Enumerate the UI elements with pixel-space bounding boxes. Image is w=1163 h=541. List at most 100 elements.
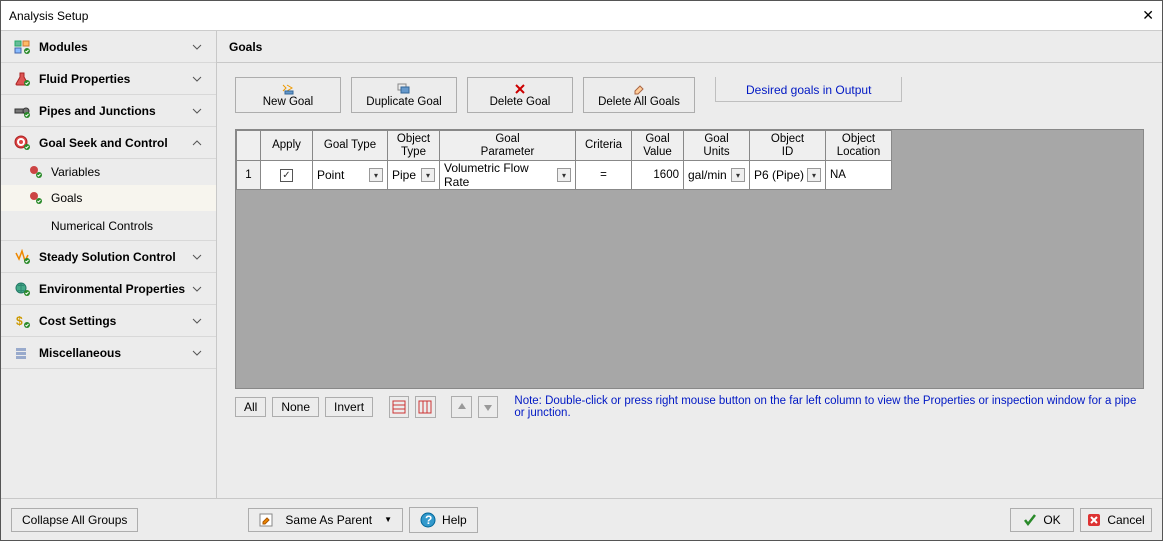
col-goal-parameter[interactable]: Goal Parameter <box>440 131 576 161</box>
grid-note: Note: Double-click or press right mouse … <box>514 395 1144 419</box>
sidebar-label: Environmental Properties <box>33 282 192 296</box>
goal-value-cell[interactable]: 1600 <box>632 161 684 190</box>
chevron-up-icon <box>192 138 208 148</box>
goal-units-cell[interactable]: gal/min▾ <box>684 161 750 190</box>
pipes-icon <box>11 103 33 119</box>
help-icon: ? <box>420 512 436 528</box>
sidebar-item-steady-solution[interactable]: Steady Solution Control <box>1 241 216 273</box>
dropdown-arrow-icon[interactable]: ▾ <box>731 168 745 182</box>
grid-footer-controls: All None Invert Note: Double-click or pr… <box>235 395 1144 419</box>
delete-icon <box>514 82 526 96</box>
list-view2-button[interactable] <box>415 396 435 418</box>
sidebar-label: Fluid Properties <box>33 72 192 86</box>
new-goal-icon <box>281 82 295 96</box>
cost-icon: $ <box>11 313 33 329</box>
dropdown-arrow-icon[interactable]: ▾ <box>421 168 435 182</box>
grid-header-row: Apply Goal Type Object Type Goal Paramet… <box>237 131 892 161</box>
row-number[interactable]: 1 <box>237 161 261 190</box>
delete-goal-button[interactable]: Delete Goal <box>467 77 573 113</box>
col-goal-value[interactable]: Goal Value <box>632 131 684 161</box>
chevron-down-icon <box>192 284 208 294</box>
help-button[interactable]: ? Help <box>409 507 478 533</box>
title-bar: Analysis Setup ✕ <box>1 1 1162 31</box>
col-rownum <box>237 131 261 161</box>
col-apply[interactable]: Apply <box>261 131 313 161</box>
desired-goals-output-link[interactable]: Desired goals in Output <box>715 77 902 102</box>
sidebar-item-modules[interactable]: Modules <box>1 31 216 63</box>
sidebar-item-fluid-properties[interactable]: Fluid Properties <box>1 63 216 95</box>
goal-parameter-cell[interactable]: Volumetric Flow Rate▾ <box>440 161 576 190</box>
same-as-parent-button[interactable]: Same As Parent ▼ <box>248 508 403 532</box>
main-panel: Goals New Goal Duplicate Goal Delete Goa… <box>217 31 1162 498</box>
sidebar-item-environmental[interactable]: Environmental Properties <box>1 273 216 305</box>
sidebar-sub-variables[interactable]: Variables <box>1 159 216 185</box>
select-none-button[interactable]: None <box>272 397 319 417</box>
col-object-location[interactable]: Object Location <box>826 131 892 161</box>
sidebar-sub-label: Goals <box>49 191 82 205</box>
grid-row[interactable]: 1 ✓ Point▾ Pipe▾ Volumetric Flow Rate▾ =… <box>237 161 892 190</box>
duplicate-goal-button[interactable]: Duplicate Goal <box>351 77 457 113</box>
dropdown-arrow-icon[interactable]: ▾ <box>369 168 383 182</box>
sidebar-item-cost[interactable]: $ Cost Settings <box>1 305 216 337</box>
chevron-down-icon <box>192 348 208 358</box>
col-criteria[interactable]: Criteria <box>576 131 632 161</box>
move-down-button[interactable] <box>478 396 498 418</box>
svg-text:$: $ <box>16 314 23 328</box>
select-invert-button[interactable]: Invert <box>325 397 373 417</box>
panel-heading: Goals <box>217 31 1162 63</box>
chevron-down-icon <box>192 316 208 326</box>
dropdown-arrow-icon[interactable]: ▾ <box>557 168 571 182</box>
edit-icon <box>259 513 273 527</box>
object-location-cell[interactable]: NA <box>826 161 892 190</box>
cancel-button[interactable]: Cancel <box>1080 508 1152 532</box>
move-up-button[interactable] <box>451 396 471 418</box>
sidebar-sub-label: Variables <box>49 165 100 179</box>
ok-button[interactable]: OK <box>1010 508 1074 532</box>
goals-toolbar: New Goal Duplicate Goal Delete Goal Dele… <box>235 77 1144 113</box>
apply-checkbox[interactable]: ✓ <box>280 169 293 182</box>
misc-icon <box>11 345 33 361</box>
select-all-button[interactable]: All <box>235 397 266 417</box>
goal-icon <box>11 135 33 151</box>
sidebar-item-pipes-junctions[interactable]: Pipes and Junctions <box>1 95 216 127</box>
goals-grid: Apply Goal Type Object Type Goal Paramet… <box>235 129 1144 389</box>
chevron-down-icon <box>192 252 208 262</box>
sidebar-item-misc[interactable]: Miscellaneous <box>1 337 216 369</box>
flask-icon <box>11 71 33 87</box>
apply-cell[interactable]: ✓ <box>261 161 313 190</box>
chevron-down-icon <box>192 74 208 84</box>
sidebar-sub-numerical-controls[interactable]: Numerical Controls <box>1 211 216 241</box>
col-object-id[interactable]: Object ID <box>750 131 826 161</box>
close-button[interactable]: ✕ <box>1114 7 1154 24</box>
steady-solution-icon <box>11 249 33 265</box>
ok-check-icon <box>1023 513 1037 527</box>
col-goal-units[interactable]: Goal Units <box>684 131 750 161</box>
sidebar-item-goal-seek[interactable]: Goal Seek and Control <box>1 127 216 159</box>
delete-all-goals-button[interactable]: Delete All Goals <box>583 77 695 113</box>
list-view1-button[interactable] <box>389 396 409 418</box>
sidebar-label: Pipes and Junctions <box>33 104 192 118</box>
object-id-cell[interactable]: P6 (Pipe)▾ <box>750 161 826 190</box>
cancel-icon <box>1087 513 1101 527</box>
sidebar: Modules Fluid Properties Pipes and Junct… <box>1 31 217 498</box>
footer-bar: Collapse All Groups Same As Parent ▼ ? H… <box>1 498 1162 540</box>
sidebar-label: Cost Settings <box>33 314 192 328</box>
object-type-cell[interactable]: Pipe▾ <box>388 161 440 190</box>
goals-sub-icon <box>29 191 49 205</box>
dropdown-arrow-icon[interactable]: ▾ <box>807 168 821 182</box>
variables-icon <box>29 165 49 179</box>
chevron-down-icon <box>192 42 208 52</box>
sidebar-label: Steady Solution Control <box>33 250 192 264</box>
sidebar-label: Modules <box>33 40 192 54</box>
environmental-icon <box>11 281 33 297</box>
sidebar-label: Miscellaneous <box>33 346 192 360</box>
window-title: Analysis Setup <box>9 9 1114 23</box>
goal-type-cell[interactable]: Point▾ <box>313 161 388 190</box>
sidebar-sub-goals[interactable]: Goals <box>1 185 216 211</box>
col-goal-type[interactable]: Goal Type <box>313 131 388 161</box>
col-object-type[interactable]: Object Type <box>388 131 440 161</box>
new-goal-button[interactable]: New Goal <box>235 77 341 113</box>
duplicate-icon <box>397 82 411 96</box>
criteria-cell[interactable]: = <box>576 161 632 190</box>
collapse-all-groups-button[interactable]: Collapse All Groups <box>11 508 138 532</box>
